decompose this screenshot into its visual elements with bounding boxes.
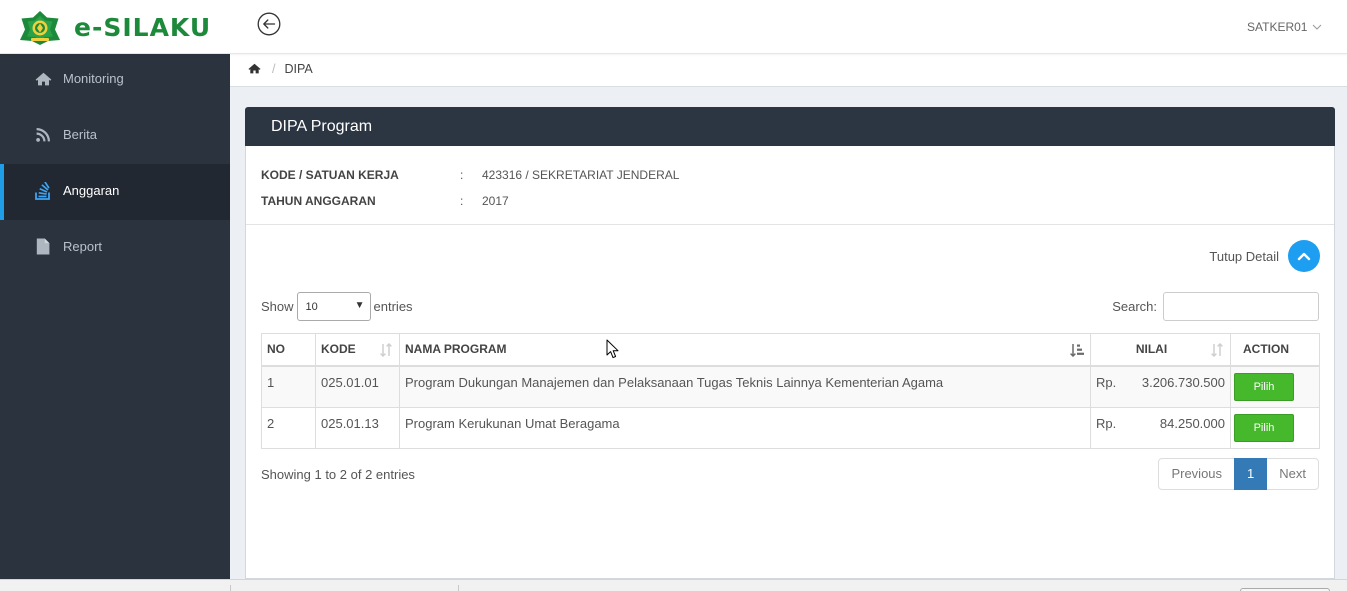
pilih-button[interactable]: Pilih [1234,372,1294,401]
cell-nama-program: Program Dukungan Manajemen dan Pelaksana… [399,365,1091,408]
tutup-detail-toggle[interactable]: Tutup Detail [1209,240,1320,272]
table-row: 2 025.01.13 Program Kerukunan Umat Berag… [261,406,1320,449]
file-icon [34,238,52,256]
back-arrow-icon[interactable] [257,12,281,36]
sidebar-item-label: Report [63,239,103,254]
info-value: 2017 [482,194,509,208]
column-header-label: NO [267,342,285,357]
section-divider [246,224,1334,225]
nilai-value: 84.250.000 [1159,415,1225,431]
sort-unsorted-icon [380,343,392,357]
cell-action: Pilih [1230,365,1320,408]
info-label: TAHUN ANGGARAN [261,194,376,208]
cell-action: Pilih [1230,406,1320,449]
bottom-bar [0,579,1347,591]
column-header-no: NO [261,333,316,367]
show-label: Show [261,299,294,314]
table-info: Showing 1 to 2 of 2 entries [261,466,415,482]
column-header-action: ACTION [1230,333,1320,367]
nilai-amount: Rp. 3.206.730.500 [1096,375,1225,391]
dipa-program-panel: DIPA Program KODE / SATUAN KERJA : 42331… [245,107,1335,579]
pilih-button[interactable]: Pilih [1234,413,1294,442]
search-label: Search: [1112,299,1157,314]
bottom-bar-divider [458,585,459,591]
stack-icon [34,181,52,200]
column-header-label: NAMA PROGRAM [405,342,507,357]
sidebar-item-monitoring[interactable]: Monitoring [0,54,230,108]
table-header-row: NO KODE NAMA PROGRAM NILAI ACTION [261,333,1320,367]
bottom-bar-divider [230,585,231,591]
sidebar-item-label: Anggaran [63,183,120,198]
caret-down-icon: ▼ [354,300,365,311]
search-input[interactable] [1163,292,1319,321]
sort-unsorted-icon [1211,343,1223,357]
sidebar-item-label: Monitoring [63,71,124,86]
info-value: 423316 / SEKRETARIAT JENDERAL [482,168,680,182]
info-label: KODE / SATUAN KERJA [261,168,399,182]
sidebar-menu: Monitoring Berita Anggaran Report [0,54,230,276]
page-length-control: Show 10 ▼ entries [261,292,413,321]
cell-nama-program: Program Kerukunan Umat Beragama [399,406,1091,449]
pagination-next[interactable]: Next [1266,458,1319,490]
sidebar-item-report[interactable]: Report [0,220,230,276]
brand-logo[interactable]: e-SILAKU [19,10,211,46]
sidebar-item-anggaran[interactable]: Anggaran [0,164,230,220]
sort-ascending-icon [1070,343,1084,357]
table-footer: Showing 1 to 2 of 2 entries Previous 1 N… [261,458,1319,490]
column-header-kode[interactable]: KODE [315,333,400,367]
info-row: KODE / SATUAN KERJA : 423316 / SEKRETARI… [261,162,679,188]
cell-nilai: Rp. 3.206.730.500 [1090,365,1231,408]
column-header-nilai[interactable]: NILAI [1090,333,1231,367]
cell-no: 2 [261,406,316,449]
cell-nilai: Rp. 84.250.000 [1090,406,1231,449]
collapse-detail-button[interactable] [1288,240,1320,272]
breadcrumb-separator: / [272,61,276,76]
sidebar: Monitoring Berita Anggaran Report [0,54,230,579]
info-separator: : [460,194,464,208]
cell-kode: 025.01.01 [315,365,400,408]
info-section: KODE / SATUAN KERJA : 423316 / SEKRETARI… [261,162,679,214]
cell-kode: 025.01.13 [315,406,400,449]
info-separator: : [460,168,464,182]
column-header-nama-program[interactable]: NAMA PROGRAM [399,333,1091,367]
tutup-detail-label: Tutup Detail [1209,248,1279,264]
rss-icon [34,126,52,144]
pagination-page-1[interactable]: 1 [1234,458,1268,490]
entries-label: entries [373,299,413,314]
breadcrumb-current: DIPA [284,61,313,76]
column-header-label: NILAI [1135,342,1168,357]
pagination-previous[interactable]: Previous [1158,458,1236,490]
page-length-select[interactable]: 10 ▼ [296,292,371,321]
table-controls: Show 10 ▼ entries Search: [261,292,1319,321]
chevron-down-icon [1312,24,1322,30]
user-menu[interactable]: SATKER01 [1247,19,1322,35]
nilai-amount: Rp. 84.250.000 [1096,416,1225,432]
column-header-label: KODE [321,342,356,357]
app-name: e-SILAKU [74,13,212,42]
column-header-label: ACTION [1243,342,1289,357]
top-header: e-SILAKU SATKER01 [0,0,1347,54]
mouse-cursor-icon [606,339,619,359]
breadcrumb-home-link[interactable] [248,63,261,74]
chevron-up-icon [1297,252,1311,261]
search-control: Search: [1112,292,1319,321]
currency-label: Rp. [1096,374,1117,390]
user-name: SATKER01 [1247,20,1308,34]
pagination: Previous 1 Next [1158,458,1319,490]
home-icon [34,70,52,88]
cell-no: 1 [261,365,316,408]
info-row: TAHUN ANGGARAN : 2017 [261,188,679,214]
breadcrumb: / DIPA [230,54,1347,87]
ministry-emblem-icon [19,10,61,46]
currency-label: Rp. [1096,415,1117,431]
sidebar-item-label: Berita [63,127,97,142]
dipa-program-table: NO KODE NAMA PROGRAM NILAI ACTION 1 025.… [261,333,1320,449]
sidebar-item-berita[interactable]: Berita [0,108,230,164]
home-icon [248,63,261,74]
panel-title: DIPA Program [245,107,1335,146]
nilai-value: 3.206.730.500 [1141,374,1225,390]
table-row: 1 025.01.01 Program Dukungan Manajemen d… [261,365,1320,408]
page-length-value: 10 [305,300,318,313]
